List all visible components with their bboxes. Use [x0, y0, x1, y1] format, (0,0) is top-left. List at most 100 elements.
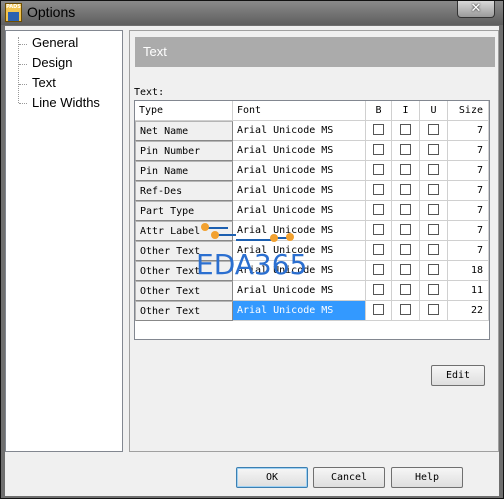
italic-checkbox[interactable] [400, 243, 411, 255]
row-size-cell[interactable]: 7 [448, 181, 489, 201]
row-font-cell[interactable]: Arial Unicode MS [233, 161, 366, 181]
row-type-cell[interactable]: Other Text [135, 301, 233, 321]
row-font-cell[interactable]: Arial Unicode MS [233, 181, 366, 201]
ok-button[interactable]: OK [236, 467, 308, 488]
underline-checkbox[interactable] [428, 203, 439, 215]
underline-checkbox[interactable] [428, 123, 439, 135]
underline-checkbox[interactable] [428, 183, 439, 195]
row-size-cell[interactable]: 7 [448, 161, 489, 181]
bold-checkbox[interactable] [373, 223, 384, 235]
bold-checkbox[interactable] [373, 163, 384, 175]
underline-checkbox-cell [420, 121, 448, 141]
italic-checkbox[interactable] [400, 203, 411, 215]
underline-checkbox-cell [420, 161, 448, 181]
italic-checkbox[interactable] [400, 183, 411, 195]
column-header-bold[interactable]: B [366, 101, 392, 121]
italic-checkbox[interactable] [400, 283, 411, 295]
column-header-font[interactable]: Font [233, 101, 366, 121]
table-row[interactable]: Other Text Arial Unicode MS 7 [135, 241, 489, 261]
help-button[interactable]: Help [391, 467, 463, 488]
tree-connector [19, 84, 27, 85]
bold-checkbox[interactable] [373, 243, 384, 255]
title-bar[interactable]: PADS Options ✕ [1, 1, 503, 25]
table-row[interactable]: Other Text Arial Unicode MS 22 [135, 301, 489, 321]
text-settings-grid[interactable]: Type Font B I U Size Net Name Arial Unico… [134, 100, 490, 340]
row-type-cell[interactable]: Other Text [135, 281, 233, 301]
column-header-type[interactable]: Type [135, 101, 233, 121]
row-size-cell[interactable]: 7 [448, 221, 489, 241]
category-tree[interactable]: General Design Text Line Widths [5, 30, 123, 452]
row-type-cell[interactable]: Ref-Des [135, 181, 233, 201]
table-row[interactable]: Pin Number Arial Unicode MS 7 [135, 141, 489, 161]
row-size-cell[interactable]: 11 [448, 281, 489, 301]
underline-checkbox[interactable] [428, 303, 439, 315]
tree-item-design[interactable]: Design [30, 55, 74, 73]
row-font-cell[interactable]: Arial Unicode MS [233, 141, 366, 161]
italic-checkbox[interactable] [400, 163, 411, 175]
row-font-cell[interactable]: Arial Unicode MS [233, 201, 366, 221]
bold-checkbox[interactable] [373, 203, 384, 215]
bold-checkbox[interactable] [373, 123, 384, 135]
underline-checkbox-cell [420, 301, 448, 321]
row-type-cell[interactable]: Attr Label [135, 221, 233, 241]
cancel-button[interactable]: Cancel [313, 467, 385, 488]
underline-checkbox[interactable] [428, 263, 439, 275]
bold-checkbox[interactable] [373, 143, 384, 155]
row-type-cell[interactable]: Other Text [135, 241, 233, 261]
bold-checkbox[interactable] [373, 283, 384, 295]
italic-checkbox[interactable] [400, 123, 411, 135]
row-size-cell[interactable]: 7 [448, 141, 489, 161]
row-type-cell[interactable]: Pin Name [135, 161, 233, 181]
column-header-size[interactable]: Size [448, 101, 489, 121]
table-row[interactable]: Part Type Arial Unicode MS 7 [135, 201, 489, 221]
underline-checkbox[interactable] [428, 243, 439, 255]
bold-checkbox-cell [366, 141, 392, 161]
italic-checkbox[interactable] [400, 143, 411, 155]
row-type-cell[interactable]: Pin Number [135, 141, 233, 161]
table-row[interactable]: Ref-Des Arial Unicode MS 7 [135, 181, 489, 201]
tree-item-text[interactable]: Text [30, 75, 58, 93]
tree-item-line-widths[interactable]: Line Widths [30, 95, 102, 113]
row-font-cell[interactable]: Arial Unicode MS [233, 241, 366, 261]
underline-checkbox[interactable] [428, 223, 439, 235]
row-type-cell[interactable]: Part Type [135, 201, 233, 221]
column-header-italic[interactable]: I [392, 101, 420, 121]
table-row[interactable]: Attr Label Arial Unicode MS 7 [135, 221, 489, 241]
italic-checkbox[interactable] [400, 303, 411, 315]
underline-checkbox[interactable] [428, 283, 439, 295]
row-font-cell[interactable]: Arial Unicode MS [233, 281, 366, 301]
bold-checkbox[interactable] [373, 263, 384, 275]
table-row[interactable]: Pin Name Arial Unicode MS 7 [135, 161, 489, 181]
row-size-cell[interactable]: 7 [448, 121, 489, 141]
row-font-cell[interactable]: Arial Unicode MS [233, 221, 366, 241]
row-size-cell[interactable]: 18 [448, 261, 489, 281]
tree-connector [19, 44, 27, 45]
bold-checkbox-cell [366, 121, 392, 141]
underline-checkbox-cell [420, 141, 448, 161]
bold-checkbox[interactable] [373, 183, 384, 195]
row-font-cell[interactable]: Arial Unicode MS [233, 261, 366, 281]
close-button[interactable]: ✕ [457, 1, 495, 18]
edit-button[interactable]: Edit [431, 365, 485, 386]
italic-checkbox[interactable] [400, 263, 411, 275]
row-type-cell[interactable]: Other Text [135, 261, 233, 281]
row-font-cell[interactable]: Arial Unicode MS [233, 301, 366, 321]
table-row[interactable]: Net Name Arial Unicode MS 7 [135, 121, 489, 141]
table-row[interactable]: Other Text Arial Unicode MS 11 [135, 281, 489, 301]
italic-checkbox-cell [392, 241, 420, 261]
tree-connector [19, 103, 27, 104]
bold-checkbox[interactable] [373, 303, 384, 315]
watermark-dot [201, 223, 209, 231]
underline-checkbox[interactable] [428, 143, 439, 155]
row-size-cell[interactable]: 7 [448, 201, 489, 221]
italic-checkbox[interactable] [400, 223, 411, 235]
row-size-cell[interactable]: 7 [448, 241, 489, 261]
italic-checkbox-cell [392, 281, 420, 301]
row-type-cell[interactable]: Net Name [135, 121, 233, 141]
row-font-cell[interactable]: Arial Unicode MS [233, 121, 366, 141]
table-row[interactable]: Other Text Arial Unicode MS 18 [135, 261, 489, 281]
underline-checkbox[interactable] [428, 163, 439, 175]
column-header-underline[interactable]: U [420, 101, 448, 121]
row-size-cell[interactable]: 22 [448, 301, 489, 321]
tree-item-general[interactable]: General [30, 35, 80, 53]
